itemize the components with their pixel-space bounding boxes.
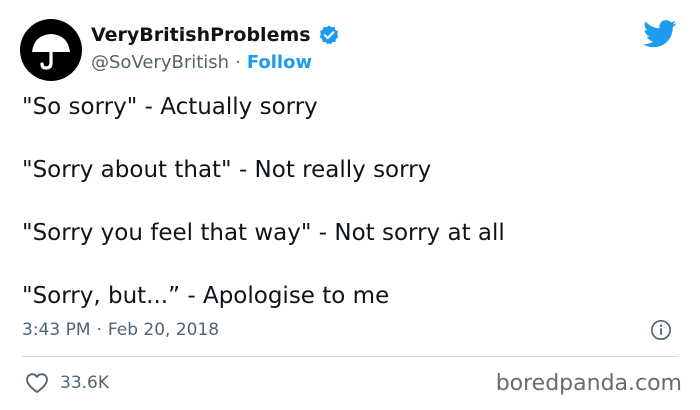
author-display-name[interactable]: VeryBritishProblems [91,24,311,46]
author-name-row: VeryBritishProblems [91,22,340,48]
info-icon[interactable] [650,319,672,341]
tweet-text: "So sorry" - Actually sorry "Sorry about… [22,91,682,343]
tweet-timestamp[interactable]: 3:43 PM · Feb 20, 2018 [22,318,219,342]
heart-icon [26,373,48,393]
tweet-line: "Sorry you feel that way" - Not sorry at… [22,220,505,246]
author-avatar[interactable] [20,19,82,81]
tweet-line: "So sorry" - Actually sorry [22,94,318,120]
twitter-bird-icon[interactable] [643,20,677,48]
author-handle[interactable]: @SoVeryBritish [91,52,229,73]
umbrella-icon [32,34,70,70]
author-handle-row: @SoVeryBritish · Follow [91,50,312,74]
tweet-date: Feb 20, 2018 [107,320,220,340]
like-button[interactable]: 33.6K [25,370,109,396]
verified-badge-icon [319,25,339,45]
like-count: 33.6K [60,373,109,393]
tweet-time: 3:43 PM [22,320,91,340]
timestamp-separator: · [96,320,102,340]
tweet-card: VeryBritishProblems @SoVeryBritish · Fol… [0,0,700,410]
follow-button[interactable]: Follow [247,52,312,73]
handle-separator: · [235,51,241,73]
tweet-line: "Sorry about that" - Not really sorry [22,157,432,183]
divider [22,356,678,357]
watermark: boredpanda.com [495,371,682,396]
tweet-line: "Sorry, but...” - Apologise to me [22,283,390,309]
